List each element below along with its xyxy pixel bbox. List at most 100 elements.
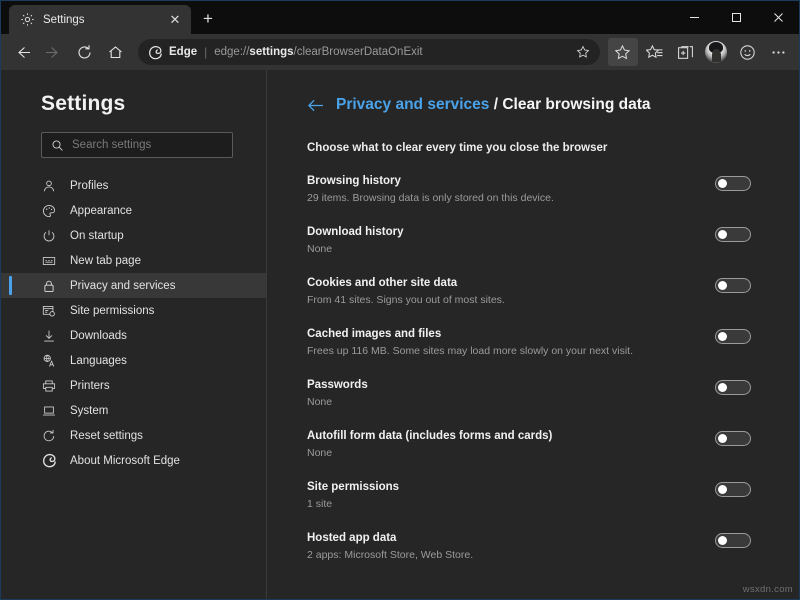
row-title: Cached images and files [307, 328, 633, 340]
sidebar-item-about-microsoft-edge[interactable]: About Microsoft Edge [1, 448, 266, 473]
row-title: Download history [307, 226, 403, 238]
toggle-hosted-app-data[interactable] [715, 533, 751, 548]
toggle-knob [718, 536, 727, 545]
sidebar-item-new-tab-page[interactable]: New tab page [1, 248, 266, 273]
toggle-cached-images-and-files[interactable] [715, 329, 751, 344]
search-input-placeholder: Search settings [72, 139, 151, 151]
option-row-cached-images-and-files: Cached images and files Frees up 116 MB.… [307, 327, 751, 357]
tab-title: Settings [43, 14, 159, 26]
option-row-download-history: Download history None [307, 225, 751, 255]
sidebar-item-label: System [70, 405, 108, 417]
settings-main-pane: Privacy and services / Clear browsing da… [267, 70, 799, 599]
toggle-site-permissions[interactable] [715, 482, 751, 497]
toggle-knob [718, 281, 727, 290]
sidebar-item-on-startup[interactable]: On startup [1, 223, 266, 248]
search-settings-box[interactable]: Search settings [41, 132, 233, 158]
clear-data-options-list: Browsing history 29 items. Browsing data… [307, 174, 777, 561]
row-text: Hosted app data 2 apps: Microsoft Store,… [307, 531, 473, 561]
maximize-button[interactable] [715, 1, 757, 34]
toggle-knob [718, 434, 727, 443]
section-heading: Choose what to clear every time you clos… [307, 142, 799, 154]
watermark: wsxdn.com [743, 584, 793, 595]
row-title: Autofill form data (includes forms and c… [307, 430, 552, 442]
feedback-icon[interactable] [732, 38, 762, 66]
row-title: Cookies and other site data [307, 277, 505, 289]
newtab-icon [41, 253, 57, 269]
row-text: Site permissions 1 site [307, 480, 399, 510]
sidebar-item-reset-settings[interactable]: Reset settings [1, 423, 266, 448]
edge-label: Edge [169, 46, 197, 58]
row-title: Site permissions [307, 481, 399, 493]
toggle-passwords[interactable] [715, 380, 751, 395]
close-button[interactable] [757, 1, 799, 34]
row-title: Passwords [307, 379, 368, 391]
more-options-icon[interactable] [763, 38, 793, 66]
sidebar-item-downloads[interactable]: Downloads [1, 323, 266, 348]
new-tab-button[interactable]: + [195, 6, 221, 32]
sidebar-item-appearance[interactable]: Appearance [1, 198, 266, 223]
sidebar-item-label: Appearance [70, 205, 132, 217]
toggle-knob [718, 383, 727, 392]
row-text: Autofill form data (includes forms and c… [307, 429, 552, 459]
breadcrumb-text: Privacy and services / Clear browsing da… [336, 96, 650, 114]
profile-button[interactable] [701, 38, 731, 66]
sidebar-item-profiles[interactable]: Profiles [1, 173, 266, 198]
avatar [705, 41, 727, 63]
page-title: Settings [1, 92, 266, 116]
url-path: /clearBrowserDataOnExit [294, 46, 423, 58]
add-favorite-icon[interactable] [572, 41, 594, 63]
row-subtitle: 2 apps: Microsoft Store, Web Store. [307, 549, 473, 561]
tab-close-icon[interactable]: ✕ [167, 12, 183, 28]
url-host: settings [249, 46, 293, 58]
breadcrumb-current: Clear browsing data [502, 96, 650, 113]
home-button[interactable] [100, 38, 130, 66]
collections-icon[interactable] [670, 38, 700, 66]
favorites-button[interactable] [608, 38, 638, 66]
power-icon [41, 228, 57, 244]
sidebar-item-label: Downloads [70, 330, 127, 342]
option-row-passwords: Passwords None [307, 378, 751, 408]
sidebar-item-system[interactable]: System [1, 398, 266, 423]
row-title: Hosted app data [307, 532, 473, 544]
back-arrow-icon[interactable] [307, 98, 324, 113]
sidebar-item-label: Site permissions [70, 305, 154, 317]
address-bar[interactable]: Edge | edge://settings/clearBrowserDataO… [138, 39, 600, 65]
sidebar-item-printers[interactable]: Printers [1, 373, 266, 398]
option-row-autofill-form-data: Autofill form data (includes forms and c… [307, 429, 751, 459]
back-button[interactable] [7, 38, 37, 66]
sidebar-item-site-permissions[interactable]: Site permissions [1, 298, 266, 323]
toggle-browsing-history[interactable] [715, 176, 751, 191]
breadcrumb-parent-link[interactable]: Privacy and services [336, 96, 489, 113]
option-row-browsing-history: Browsing history 29 items. Browsing data… [307, 174, 751, 204]
minimize-button[interactable] [673, 1, 715, 34]
navigation-toolbar: Edge | edge://settings/clearBrowserDataO… [1, 34, 799, 70]
printer-icon [41, 378, 57, 394]
sidebar-item-label: Reset settings [70, 430, 143, 442]
breadcrumb-separator: / [494, 96, 498, 113]
sidebar-item-privacy-and-services[interactable]: Privacy and services [1, 273, 266, 298]
browser-tab[interactable]: Settings ✕ [9, 5, 191, 34]
toggle-knob [718, 230, 727, 239]
address-separator: | [204, 45, 207, 59]
browser-window: Settings ✕ + [0, 0, 800, 600]
sidebar-item-label: About Microsoft Edge [70, 455, 180, 467]
row-subtitle: 1 site [307, 498, 399, 510]
search-icon [51, 139, 64, 152]
row-subtitle: Frees up 116 MB. Some sites may load mor… [307, 345, 633, 357]
toggle-autofill-form-data[interactable] [715, 431, 751, 446]
forward-button[interactable] [38, 38, 68, 66]
settings-sidebar: Settings Search settings Profiles [1, 70, 267, 599]
row-subtitle: 29 items. Browsing data is only stored o… [307, 192, 554, 204]
breadcrumb: Privacy and services / Clear browsing da… [307, 96, 799, 114]
sidebar-item-label: Privacy and services [70, 280, 175, 292]
title-bar: Settings ✕ + [1, 1, 799, 34]
toggle-cookies-and-other-site-data[interactable] [715, 278, 751, 293]
favorites-bar-icon[interactable] [639, 38, 669, 66]
row-subtitle: None [307, 243, 403, 255]
toggle-download-history[interactable] [715, 227, 751, 242]
row-subtitle: From 41 sites. Signs you out of most sit… [307, 294, 505, 306]
sidebar-item-languages[interactable]: Languages [1, 348, 266, 373]
row-text: Passwords None [307, 378, 368, 408]
edge-icon [148, 45, 163, 60]
refresh-button[interactable] [69, 38, 99, 66]
